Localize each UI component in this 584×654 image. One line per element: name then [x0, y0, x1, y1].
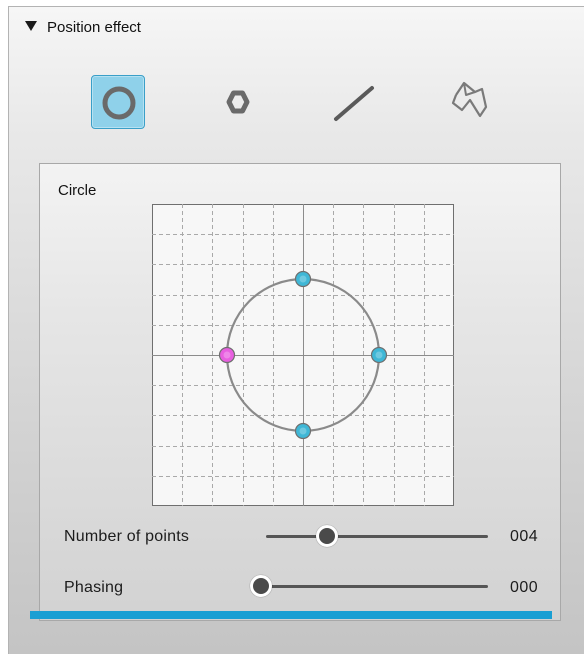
line-icon	[334, 86, 374, 121]
shape-editor: Circle Number of points 004 Phasing 000	[39, 163, 561, 621]
shape-grid[interactable]	[152, 204, 454, 506]
phasing-label: Phasing	[64, 579, 124, 596]
circle-icon	[102, 86, 136, 120]
position-effect-panel: Position effect Circle Number of points …	[8, 6, 584, 654]
number-of-points-value: 004	[510, 528, 539, 545]
point-handle-highlight	[299, 275, 307, 283]
shape-title: Circle	[58, 182, 97, 199]
panel-header[interactable]: Position effect	[9, 7, 584, 47]
line-tool-button[interactable]	[327, 75, 381, 129]
circle-tool-button[interactable]	[91, 75, 145, 129]
freeform-tool-button[interactable]	[441, 75, 495, 129]
disclosure-triangle-icon[interactable]	[25, 21, 37, 31]
accent-bar	[30, 611, 552, 619]
slider-track[interactable]	[266, 535, 488, 538]
point-handle-highlight	[375, 351, 383, 359]
slider-knob[interactable]	[250, 575, 272, 597]
freeform-polygon-icon	[451, 81, 488, 118]
phasing-value: 000	[510, 579, 539, 596]
panel-title: Position effect	[47, 19, 141, 36]
hexagon-tool-button[interactable]	[211, 75, 265, 129]
phasing-slider[interactable]	[250, 575, 488, 597]
hexagon-icon	[226, 90, 250, 114]
shape-toolbar	[9, 71, 584, 131]
number-of-points-slider[interactable]	[266, 525, 488, 547]
point-handle-highlight	[299, 427, 307, 435]
shape-grid-canvas[interactable]	[152, 204, 454, 506]
slider-knob[interactable]	[316, 525, 338, 547]
number-of-points-label: Number of points	[64, 528, 190, 545]
slider-track[interactable]	[250, 585, 488, 588]
point-handle-highlight	[223, 351, 231, 359]
